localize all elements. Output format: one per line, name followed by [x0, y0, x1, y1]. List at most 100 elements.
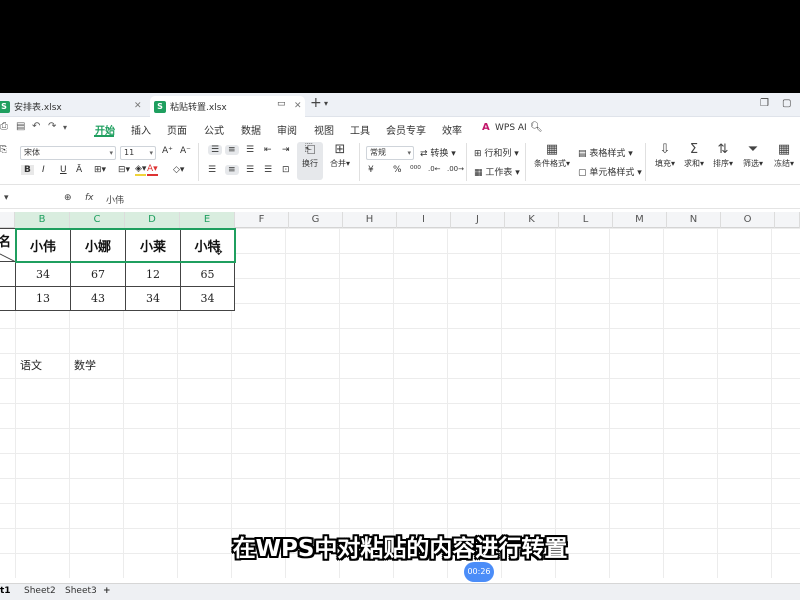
- menu-view[interactable]: 视图: [314, 122, 334, 137]
- column-header-c[interactable]: C: [70, 212, 125, 228]
- column-header-i[interactable]: I: [397, 212, 451, 228]
- column-header-a[interactable]: [0, 212, 15, 228]
- align-center-icon[interactable]: ≡: [225, 165, 239, 175]
- merge-cells-icon[interactable]: ⊟▾: [118, 165, 130, 175]
- column-header-b[interactable]: B: [15, 212, 70, 228]
- column-header-f[interactable]: F: [235, 212, 289, 228]
- undo-icon[interactable]: ↶: [32, 121, 40, 132]
- wps-ai-button[interactable]: WPS AI: [495, 123, 527, 133]
- column-header-m[interactable]: M: [613, 212, 667, 228]
- value-cell[interactable]: 13: [15, 286, 71, 311]
- decrease-font-icon[interactable]: A⁻: [180, 146, 191, 156]
- close-tab-icon[interactable]: ✕: [134, 101, 142, 111]
- column-header-o[interactable]: O: [721, 212, 775, 228]
- row-col-button[interactable]: ⊞ 行和列 ▾: [474, 146, 519, 159]
- underline-button[interactable]: U: [60, 165, 67, 175]
- number-format-select[interactable]: 常规 ▾: [366, 146, 414, 160]
- font-name-select[interactable]: 宋体 ▾: [20, 146, 116, 160]
- menu-data[interactable]: 数据: [241, 122, 261, 137]
- table-style-button[interactable]: ▤ 表格样式 ▾: [578, 146, 633, 159]
- sheet-tab-sheet1[interactable]: t1: [0, 586, 11, 596]
- formula-input[interactable]: 小伟: [106, 193, 124, 206]
- align-top-icon[interactable]: ☰: [208, 145, 223, 155]
- freeze-button[interactable]: ▦ 冻结▾: [769, 142, 799, 180]
- wrap-text-button[interactable]: ⎗ 换行: [297, 142, 323, 180]
- percent-button[interactable]: %: [393, 165, 402, 175]
- search-icon[interactable]: 🔍︎: [530, 122, 543, 133]
- fill-button[interactable]: ⇩ 填充▾: [652, 142, 678, 180]
- column-header-e[interactable]: E: [180, 212, 235, 228]
- pasted-label-chinese[interactable]: 语文: [20, 357, 42, 373]
- add-sheet-icon[interactable]: +: [103, 586, 111, 596]
- menu-efficiency[interactable]: 效率: [442, 122, 462, 137]
- value-cell[interactable]: 12: [125, 261, 181, 287]
- decrease-decimal-icon[interactable]: .00→: [447, 165, 464, 173]
- cell-grid[interactable]: 名 小伟 小娜 小莱 小特 ✥ 34 67 12 65 13 43 34 34: [0, 228, 800, 578]
- window-restore-icon[interactable]: ❐: [760, 98, 769, 109]
- font-color-icon[interactable]: A▾: [147, 164, 158, 176]
- value-cell[interactable]: 34: [15, 261, 71, 287]
- align-left-icon[interactable]: ☰: [208, 165, 216, 175]
- font-size-select[interactable]: 11 ▾: [120, 146, 156, 160]
- worksheet-button[interactable]: ▦ 工作表 ▾: [474, 165, 520, 178]
- thousands-icon[interactable]: ⁰⁰⁰: [410, 165, 421, 175]
- print-icon[interactable]: ⎙: [0, 121, 8, 132]
- indent-decrease-icon[interactable]: ⇤: [264, 145, 272, 155]
- menu-member[interactable]: 会员专享: [386, 122, 426, 137]
- menu-tools[interactable]: 工具: [350, 122, 370, 137]
- monitor-icon[interactable]: ▭: [277, 99, 286, 109]
- menu-formula[interactable]: 公式: [204, 122, 224, 137]
- value-cell[interactable]: 67: [70, 261, 126, 287]
- menu-page[interactable]: 页面: [167, 122, 187, 137]
- increase-font-icon[interactable]: A⁺: [162, 146, 173, 156]
- name-box-chevron-icon[interactable]: ▾: [4, 193, 9, 203]
- fill-color-icon[interactable]: ◈▾: [135, 164, 147, 176]
- fx-icon[interactable]: fx: [85, 193, 94, 203]
- menu-review[interactable]: 审阅: [277, 122, 297, 137]
- zoom-formula-icon[interactable]: ⊕: [64, 193, 72, 203]
- menu-insert[interactable]: 插入: [131, 122, 151, 137]
- row-label-cell[interactable]: [0, 261, 16, 287]
- filter-button[interactable]: ⏷ 筛选▾: [739, 142, 767, 180]
- convert-button[interactable]: ⇄ 转换 ▾: [420, 146, 456, 159]
- row-label-cell[interactable]: [0, 286, 16, 311]
- column-header-n[interactable]: N: [667, 212, 721, 228]
- header-cell[interactable]: 小伟: [15, 228, 71, 262]
- clear-format-icon[interactable]: ◇▾: [173, 165, 184, 175]
- chevron-down-icon[interactable]: ▾: [63, 123, 67, 132]
- bold-button[interactable]: B: [21, 165, 34, 175]
- border-icon[interactable]: ⊞▾: [94, 165, 106, 175]
- value-cell[interactable]: 34: [125, 286, 181, 311]
- currency-button[interactable]: ¥: [368, 165, 374, 175]
- new-tab-icon[interactable]: +: [310, 95, 322, 111]
- sum-button[interactable]: Σ 求和▾: [681, 142, 707, 180]
- increase-decimal-icon[interactable]: .0←: [428, 165, 441, 173]
- column-header-j[interactable]: J: [451, 212, 505, 228]
- sort-button[interactable]: ⇅ 排序▾: [710, 142, 736, 180]
- column-header-d[interactable]: D: [125, 212, 180, 228]
- align-bottom-icon[interactable]: ☰: [246, 145, 254, 155]
- indent-increase-icon[interactable]: ⇥: [282, 145, 290, 155]
- header-cell[interactable]: 小莱: [125, 228, 181, 262]
- pasted-label-math[interactable]: 数学: [74, 357, 96, 373]
- column-header-h[interactable]: H: [343, 212, 397, 228]
- column-header-p[interactable]: [775, 212, 800, 228]
- value-cell[interactable]: 34: [180, 286, 235, 311]
- close-tab-icon[interactable]: ✕: [294, 101, 302, 111]
- header-cell[interactable]: 小娜: [70, 228, 126, 262]
- sheet-tab-sheet3[interactable]: Sheet3: [65, 586, 97, 596]
- wps-ai-logo-icon[interactable]: A: [482, 122, 490, 133]
- merge-button[interactable]: ⊞ 合并▾: [326, 142, 354, 180]
- value-cell[interactable]: 65: [180, 261, 235, 287]
- cell-style-button[interactable]: ▢ 单元格样式 ▾: [578, 165, 642, 178]
- column-header-g[interactable]: G: [289, 212, 343, 228]
- align-right-icon[interactable]: ☰: [246, 165, 254, 175]
- chevron-down-icon[interactable]: ▾: [324, 99, 328, 108]
- strikethrough-icon[interactable]: Ā: [76, 165, 82, 175]
- preview-icon[interactable]: ▤: [16, 121, 25, 132]
- justify-icon[interactable]: ☰: [264, 165, 272, 175]
- column-header-k[interactable]: K: [505, 212, 559, 228]
- column-header-l[interactable]: L: [559, 212, 613, 228]
- italic-button[interactable]: I: [42, 165, 45, 175]
- brush-icon[interactable]: ⎘: [0, 145, 7, 155]
